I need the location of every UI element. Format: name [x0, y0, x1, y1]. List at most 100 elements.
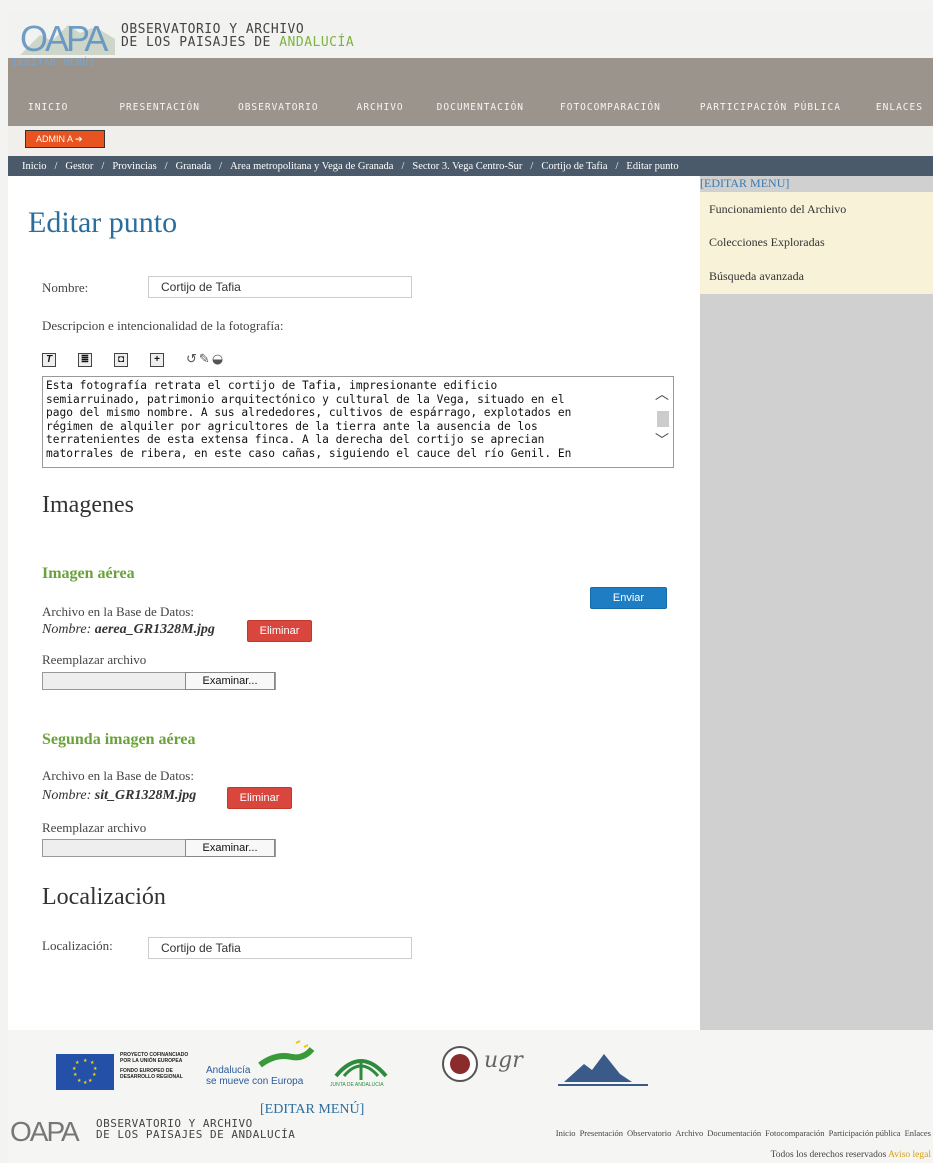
sidebar: [EDITAR MENU] Funcionamiento del Archivo… [700, 176, 933, 1030]
oapa-logo-mark-icon: OAPA [20, 18, 115, 55]
footer-link-archivo[interactable]: Archivo [675, 1128, 703, 1138]
svg-text:OAPA: OAPA [20, 18, 108, 55]
breadcrumb-gestor[interactable]: Gestor [65, 161, 93, 172]
footer-link-documentacion[interactable]: Documentación [707, 1128, 761, 1138]
footer-link-fotocomparacion[interactable]: Fotocomparación [765, 1128, 824, 1138]
junta-andalucia-logo: JUNTA DE ANDALUCIA [326, 1046, 396, 1094]
segunda-imagen-file-input[interactable]: Examinar... [42, 839, 276, 857]
segunda-imagen-browse-button[interactable]: Examinar... [185, 839, 275, 857]
nav-item-fotocomparacion[interactable]: FOTOCOMPARACIÓN [560, 102, 661, 113]
filename-prefix: Nombre: [42, 622, 95, 637]
breadcrumb: Inicio / Gestor / Provincias / Granada / Are… [8, 156, 933, 176]
footer-link-enlaces[interactable]: Enlaces [905, 1128, 931, 1138]
nav-item-presentacion[interactable]: PRESENTACIÓN [119, 102, 200, 113]
scrollbar-thumb[interactable] [657, 411, 669, 427]
main-nav: [EDITAR MENÚ] INICIO PRESENTACIÓN OBSERV… [8, 58, 933, 126]
image-icon[interactable]: ◘ [114, 352, 128, 367]
admin-button[interactable]: ADMIN A ➔ [25, 130, 105, 148]
localizacion-heading: Localización [42, 884, 166, 910]
svg-text:★: ★ [83, 1058, 88, 1064]
breadcrumb-separator: / [164, 160, 168, 172]
breadcrumb-separator: / [401, 160, 405, 172]
nav-item-enlaces[interactable]: ENLACES [876, 102, 923, 113]
svg-text:OAPA: OAPA [10, 1116, 80, 1144]
sidebar-item-funcionamiento[interactable]: Funcionamiento del Archivo [709, 202, 846, 217]
descripcion-line: Esta fotografía retrata el cortijo de Ta… [46, 379, 498, 392]
segunda-imagen-heading: Segunda imagen aérea [42, 731, 196, 748]
localizacion-input[interactable] [148, 937, 412, 959]
breadcrumb-separator: / [219, 160, 223, 172]
breadcrumb-provincias[interactable]: Provincias [112, 161, 156, 172]
nav-item-archivo[interactable]: ARCHIVO [357, 102, 404, 113]
breadcrumb-area[interactable]: Area metropolitana y Vega de Granada [230, 161, 393, 172]
filename-value: aerea_GR1328M.jpg [94, 622, 215, 637]
breadcrumb-cortijo[interactable]: Cortijo de Tafia [541, 161, 607, 172]
descripcion-line: matorrales de ribera, en este caso cañas… [46, 446, 572, 460]
svg-text:★: ★ [83, 1080, 88, 1086]
segunda-imagen-delete-button[interactable]: Eliminar [227, 787, 292, 809]
scroll-up-icon[interactable]: ︿ [655, 388, 669, 403]
imagen-aerea-heading: Imagen aérea [42, 565, 135, 582]
breadcrumb-inicio[interactable]: Inicio [22, 161, 47, 172]
descripcion-textarea[interactable]: Esta fotografía retrata el cortijo de Ta… [42, 376, 674, 468]
spellcheck-icon[interactable]: ✎ [199, 352, 210, 367]
main-content: Editar punto Nombre: Descripcion e inten… [8, 176, 700, 1030]
plus-icon[interactable]: + [150, 352, 164, 367]
nav-item-inicio[interactable]: INICIO [28, 102, 68, 113]
editor-toolbar: T ≣ ◘ + ↺ ✎ ◒ [42, 352, 225, 367]
imagen-aerea-file-input[interactable]: Examinar... [42, 672, 276, 690]
imagen-aerea-delete-button[interactable]: Eliminar [247, 620, 312, 642]
list-icon[interactable]: ≣ [78, 352, 92, 367]
preview-icon[interactable]: ◒ [212, 352, 223, 367]
eu-flag-icon: ★ ★ ★ ★ ★ ★ ★ ★ ★ ★ [56, 1054, 114, 1090]
footer-link-observatorio[interactable]: Observatorio [627, 1128, 671, 1138]
footer-logo-line-2: DE LOS PAISAJES DE ANDALUCÍA [96, 1128, 296, 1141]
sidebar-edit-menu-link[interactable]: [EDITAR MENU] [700, 176, 789, 191]
bold-icon[interactable]: T [42, 352, 56, 367]
nav-item-observatorio[interactable]: OBSERVATORIO [238, 102, 319, 113]
breadcrumb-sector[interactable]: Sector 3. Vega Centro-Sur [412, 161, 522, 172]
logo-line-2: DE LOS PAISAJES DE ANDALUCÍA [121, 36, 354, 49]
imagen-aerea-filename: Nombre: aerea_GR1328M.jpg [42, 622, 215, 638]
scroll-down-icon[interactable]: ﹀ [655, 434, 669, 449]
rights-text: Todos los derechos reservados [770, 1150, 887, 1160]
imagen-aerea-browse-button[interactable]: Examinar... [185, 672, 275, 690]
nav-item-participacion[interactable]: PARTICIPACIÓN PÚBLICA [700, 102, 841, 113]
breadcrumb-separator: / [54, 160, 58, 172]
eu-text-line: DESARROLLO REGIONAL [120, 1074, 183, 1080]
undo-icon[interactable]: ↺ [186, 352, 197, 367]
localizacion-label: Localización: [42, 938, 113, 953]
sidebar-item-colecciones[interactable]: Colecciones Exploradas [709, 235, 825, 250]
breadcrumb-granada[interactable]: Granada [176, 161, 212, 172]
ugr-crest-icon [442, 1046, 478, 1082]
footer-edit-menu-link[interactable]: [EDITAR MENÚ] [260, 1102, 364, 1118]
svg-text:★: ★ [77, 1078, 82, 1084]
descripcion-line: régimen de alquiler por agricultores de … [46, 419, 538, 433]
arrow-right-icon: ➔ [75, 135, 83, 145]
ugr-text: ugr [484, 1048, 523, 1073]
page-title: Editar punto [28, 206, 178, 239]
footer-oapa-logo[interactable]: OAPA OBSERVATORIO Y ARCHIVO DE LOS PAISA… [10, 1114, 295, 1144]
descripcion-label: Descripcion e intencionalidad de la foto… [42, 318, 284, 333]
oapa-logo[interactable]: OAPA OBSERVATORIO Y ARCHIVO DE LOS PAISA… [20, 16, 354, 56]
nav-item-documentacion[interactable]: DOCUMENTACIÓN [437, 102, 524, 113]
breadcrumb-current: Editar punto [626, 160, 679, 172]
descripcion-line: semiarruinado, patrimonio arquitectónico… [46, 392, 565, 406]
footer-link-inicio[interactable]: Inicio [556, 1128, 576, 1138]
edit-menu-link-top[interactable]: [EDITAR MENÚ] [12, 58, 95, 68]
aviso-legal-link[interactable]: Aviso legal [888, 1150, 931, 1160]
admin-label: ADMIN A [36, 134, 73, 144]
admin-bar: ADMIN A ➔ [8, 126, 933, 156]
sidebar-item-busqueda[interactable]: Búsqueda avanzada [709, 269, 804, 284]
nombre-label: Nombre: [42, 280, 89, 295]
nombre-input[interactable] [148, 276, 412, 298]
segunda-imagen-replace-label: Reemplazar archivo [42, 820, 147, 835]
footer-link-presentacion[interactable]: Presentación [580, 1128, 623, 1138]
enviar-button[interactable]: Enviar [590, 587, 667, 609]
imagenes-heading: Imagenes [42, 492, 134, 518]
ugr-logo: ugr [440, 1044, 540, 1084]
footer-links: Inicio Presentación Observatorio Archivo… [556, 1128, 931, 1138]
logo-line-2b: ANDALUCÍA [279, 35, 355, 50]
footer-link-participacion[interactable]: Participación pública [829, 1128, 901, 1138]
svg-text:★: ★ [73, 1072, 78, 1078]
